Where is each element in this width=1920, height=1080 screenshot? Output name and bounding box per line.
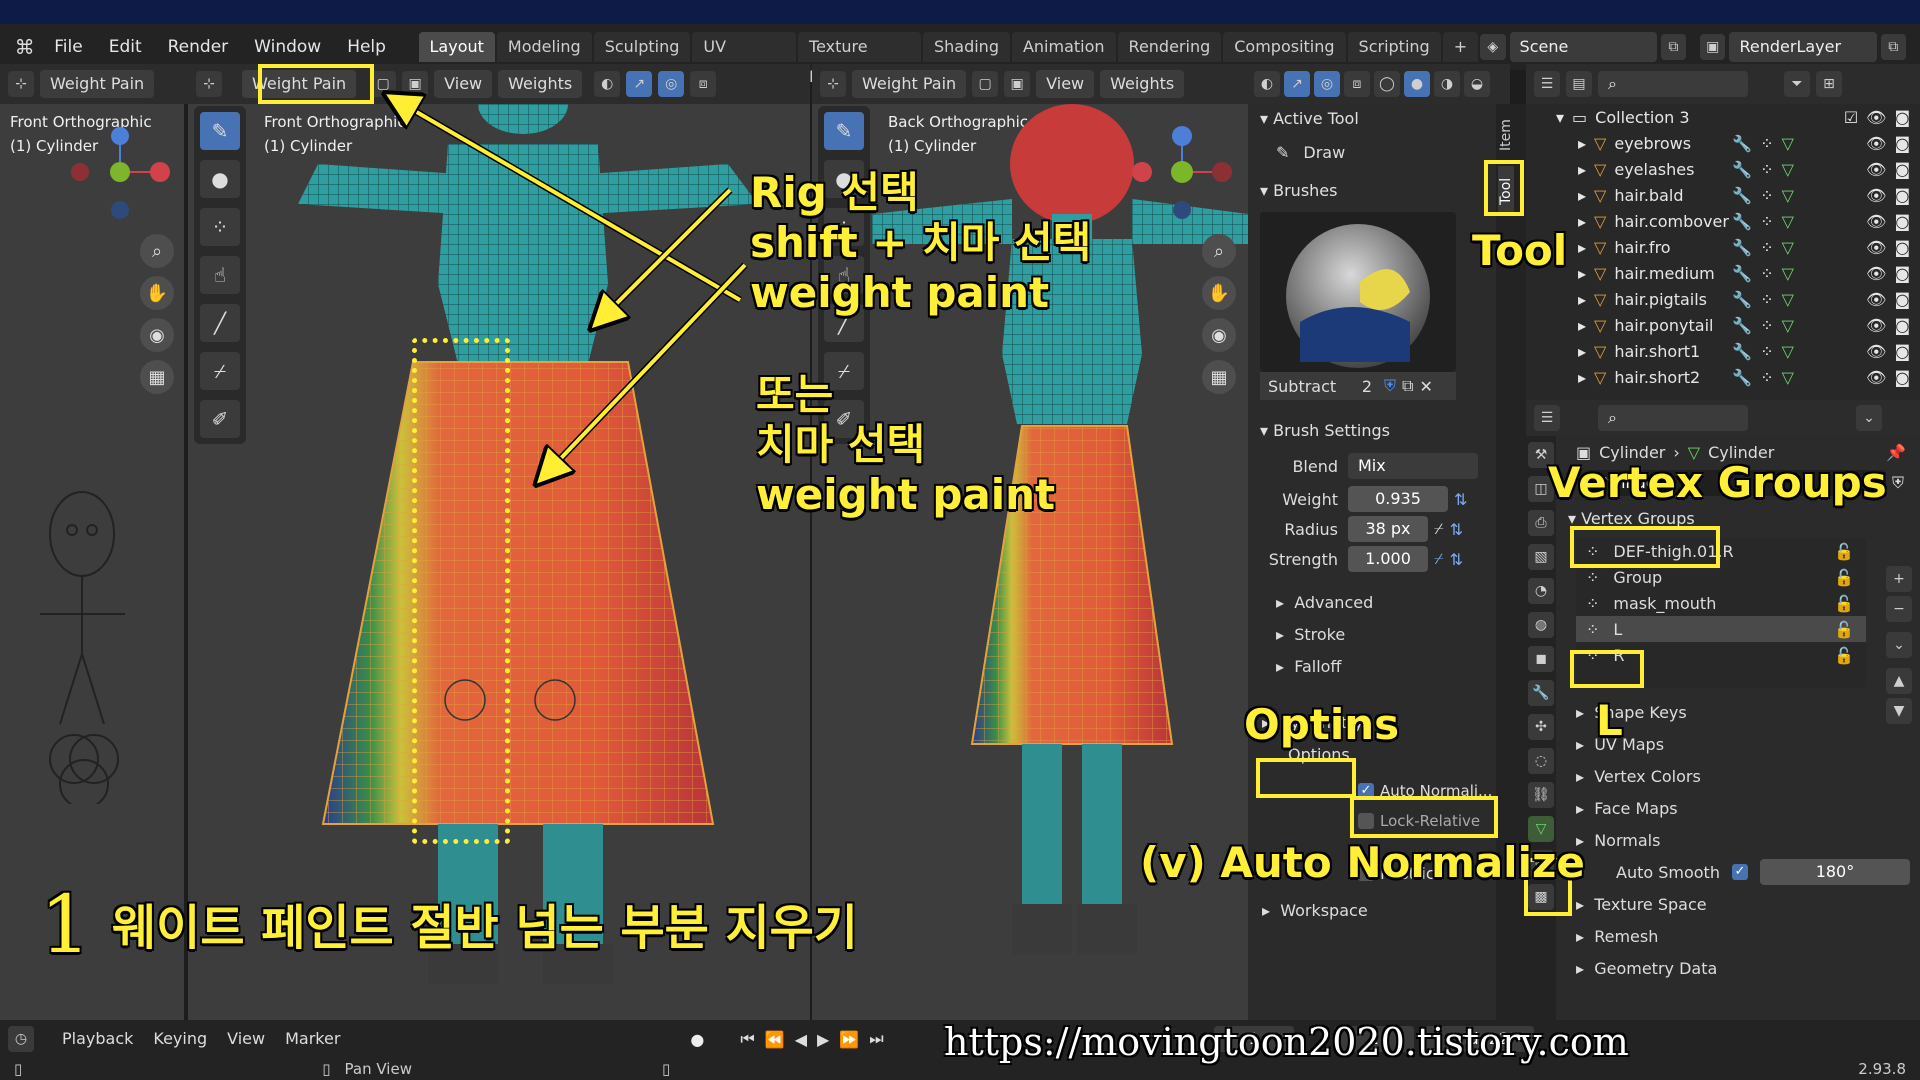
annotation-l: L <box>1596 696 1623 745</box>
annotation-rig-step: Rig 선택 shift + 치마 선택 weight paint <box>750 168 1092 317</box>
annotation-optins: Optins <box>1244 700 1400 749</box>
annotation-auto-normalize: (v) Auto Normalize <box>1140 838 1585 887</box>
annotation-or-step: 또는 치마 선택 weight paint <box>756 370 1056 519</box>
annotation-tool: Tool <box>1472 226 1568 275</box>
step-description: 웨이트 페인트 절반 넘는 부분 지우기 <box>112 900 858 956</box>
blog-url-watermark: https://movingtoon2020.tistory.com <box>944 1020 1629 1064</box>
step-number: 1 <box>40 878 91 971</box>
annotation-vertex-groups: Vertex Groups <box>1548 458 1887 507</box>
